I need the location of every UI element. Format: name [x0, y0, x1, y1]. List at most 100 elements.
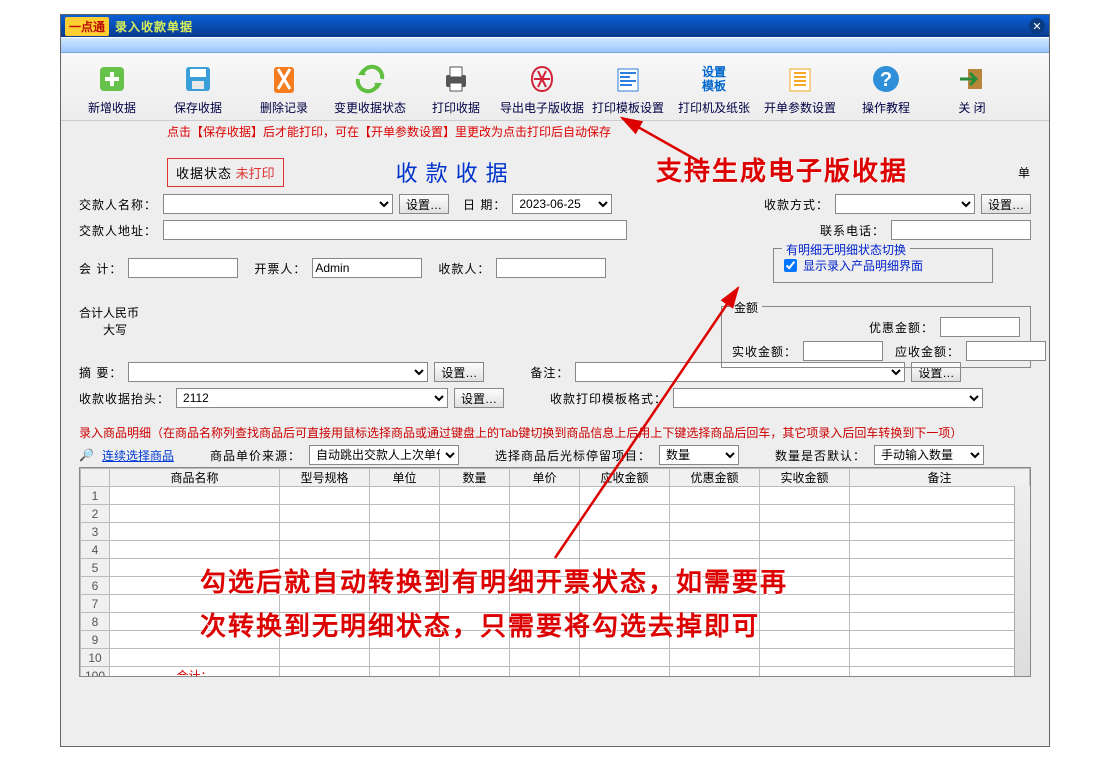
- summary-set-button[interactable]: 设置…: [434, 362, 484, 382]
- grid-cell[interactable]: [370, 559, 440, 577]
- grid-cell[interactable]: [440, 523, 510, 541]
- grid-cell[interactable]: [760, 487, 850, 505]
- grid-cell[interactable]: [760, 523, 850, 541]
- grid-cell[interactable]: [580, 487, 670, 505]
- grid-cell[interactable]: [510, 595, 580, 613]
- grid-cell[interactable]: [670, 577, 760, 595]
- discount-input[interactable]: [940, 317, 1020, 337]
- product-grid[interactable]: 商品名称 型号规格 单位 数量 单价 应收金额 优惠金额 实收金额 备注 123…: [79, 467, 1031, 677]
- grid-cell[interactable]: [510, 487, 580, 505]
- grid-cell[interactable]: [580, 631, 670, 649]
- grid-cell[interactable]: [760, 649, 850, 667]
- grid-cell[interactable]: [580, 541, 670, 559]
- due-input[interactable]: [966, 341, 1046, 361]
- grid-cell[interactable]: [510, 523, 580, 541]
- grid-cell[interactable]: [440, 577, 510, 595]
- grid-scrollbar[interactable]: [1014, 486, 1030, 676]
- table-row[interactable]: 3: [81, 523, 1030, 541]
- cursor-stop-select[interactable]: 数量: [659, 445, 739, 465]
- table-row[interactable]: 2: [81, 505, 1030, 523]
- grid-cell[interactable]: [110, 595, 280, 613]
- table-row[interactable]: 1: [81, 487, 1030, 505]
- summary-input[interactable]: [128, 362, 428, 382]
- grid-cell[interactable]: [280, 541, 370, 559]
- grid-cell[interactable]: [760, 541, 850, 559]
- table-row[interactable]: 4: [81, 541, 1030, 559]
- grid-cell[interactable]: [510, 505, 580, 523]
- print-template-button[interactable]: 打印模板设置: [585, 57, 671, 118]
- grid-cell[interactable]: [760, 505, 850, 523]
- save-receipt-button[interactable]: 保存收据: [155, 57, 241, 118]
- grid-cell[interactable]: [370, 613, 440, 631]
- grid-cell[interactable]: [110, 523, 280, 541]
- grid-cell[interactable]: [760, 595, 850, 613]
- grid-cell[interactable]: [370, 595, 440, 613]
- pay-method-set-button[interactable]: 设置…: [981, 194, 1031, 214]
- new-receipt-button[interactable]: 新增收据: [69, 57, 155, 118]
- grid-cell[interactable]: [850, 649, 1030, 667]
- price-source-select[interactable]: 自动跳出交款人上次单价: [309, 445, 459, 465]
- grid-cell[interactable]: [280, 631, 370, 649]
- grid-cell[interactable]: [850, 559, 1030, 577]
- grid-cell[interactable]: [850, 541, 1030, 559]
- grid-cell[interactable]: [580, 649, 670, 667]
- grid-cell[interactable]: [670, 559, 760, 577]
- grid-cell[interactable]: [580, 505, 670, 523]
- grid-cell[interactable]: [440, 487, 510, 505]
- grid-cell[interactable]: [580, 595, 670, 613]
- qty-default-select[interactable]: 手动输入数量: [874, 445, 984, 465]
- receipt-head-input[interactable]: 2112: [176, 388, 448, 408]
- grid-cell[interactable]: [580, 613, 670, 631]
- grid-cell[interactable]: [370, 487, 440, 505]
- grid-cell[interactable]: [670, 649, 760, 667]
- grid-cell[interactable]: [280, 523, 370, 541]
- grid-cell[interactable]: [580, 523, 670, 541]
- grid-cell[interactable]: [510, 667, 580, 678]
- receiver-input[interactable]: [496, 258, 606, 278]
- grid-cell[interactable]: [440, 595, 510, 613]
- payer-name-set-button[interactable]: 设置…: [399, 194, 449, 214]
- grid-cell[interactable]: [370, 577, 440, 595]
- change-status-button[interactable]: 变更收据状态: [327, 57, 413, 118]
- contact-input[interactable]: [891, 220, 1031, 240]
- grid-cell[interactable]: [850, 505, 1030, 523]
- delete-record-button[interactable]: 删除记录: [241, 57, 327, 118]
- help-button[interactable]: ? 操作教程: [843, 57, 929, 118]
- grid-cell[interactable]: [850, 487, 1030, 505]
- grid-cell[interactable]: [440, 631, 510, 649]
- grid-cell[interactable]: [110, 577, 280, 595]
- grid-cell[interactable]: [440, 613, 510, 631]
- grid-cell[interactable]: [440, 667, 510, 678]
- grid-cell[interactable]: [280, 559, 370, 577]
- grid-cell[interactable]: [510, 541, 580, 559]
- grid-cell[interactable]: [370, 649, 440, 667]
- table-row[interactable]: 10: [81, 649, 1030, 667]
- grid-cell[interactable]: [110, 505, 280, 523]
- grid-cell[interactable]: [580, 577, 670, 595]
- grid-cell[interactable]: [110, 649, 280, 667]
- grid-cell[interactable]: [440, 559, 510, 577]
- grid-cell[interactable]: [670, 631, 760, 649]
- close-button[interactable]: 关 闭: [929, 57, 1015, 118]
- grid-cell[interactable]: [670, 541, 760, 559]
- grid-cell[interactable]: [370, 631, 440, 649]
- drawer-input[interactable]: [312, 258, 422, 278]
- grid-cell[interactable]: [110, 613, 280, 631]
- grid-cell[interactable]: [670, 595, 760, 613]
- grid-cell[interactable]: [280, 595, 370, 613]
- grid-cell[interactable]: [760, 613, 850, 631]
- grid-cell[interactable]: [760, 559, 850, 577]
- detail-toggle-checkbox[interactable]: [784, 259, 797, 272]
- table-row[interactable]: 8: [81, 613, 1030, 631]
- set-printer-button[interactable]: 设置模板 打印机及纸张: [671, 57, 757, 118]
- grid-cell[interactable]: [850, 577, 1030, 595]
- grid-cell[interactable]: [370, 667, 440, 678]
- payer-name-input[interactable]: [163, 194, 393, 214]
- payer-addr-input[interactable]: [163, 220, 627, 240]
- print-tmpl-input[interactable]: [673, 388, 983, 408]
- grid-cell[interactable]: [110, 631, 280, 649]
- table-row[interactable]: 7: [81, 595, 1030, 613]
- table-row[interactable]: 5: [81, 559, 1030, 577]
- grid-cell[interactable]: [850, 523, 1030, 541]
- grid-cell[interactable]: [510, 559, 580, 577]
